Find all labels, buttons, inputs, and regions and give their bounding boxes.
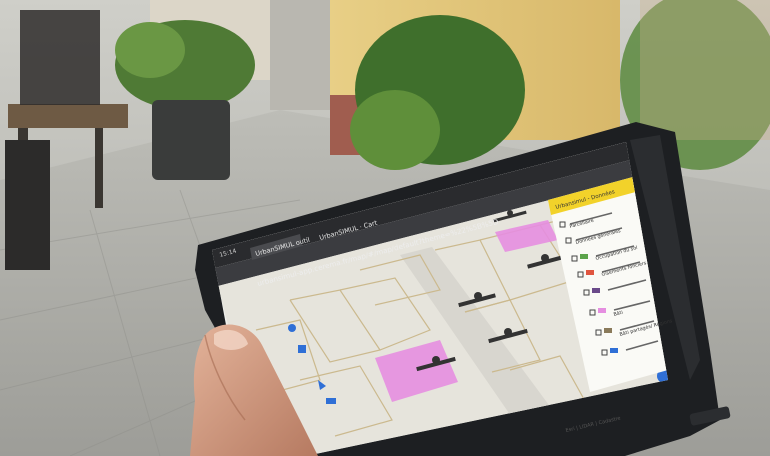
layers-icon[interactable] [298, 345, 306, 353]
photo-scene: 15:14 UrbanSIMUL outil UrbanSIMUL · Cart… [0, 0, 770, 456]
planter-pot [152, 100, 230, 180]
ruler-icon[interactable] [326, 398, 336, 404]
cafe-chair [5, 140, 50, 270]
location-icon[interactable] [288, 324, 296, 332]
cafe-table [8, 104, 128, 128]
